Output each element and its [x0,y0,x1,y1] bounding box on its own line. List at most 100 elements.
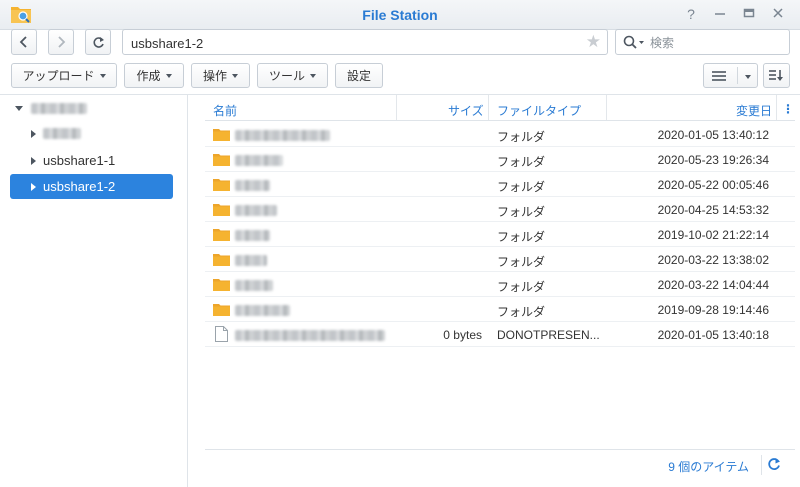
status-bar: 9 個のアイテム [205,449,795,479]
file-name-obscured [235,255,267,266]
create-button[interactable]: 作成 [124,63,184,88]
chevron-down-icon [165,74,172,78]
column-header-name[interactable]: 名前 [213,102,237,119]
refresh-button[interactable] [85,29,111,55]
folder-icon [213,204,230,216]
file-name-obscured [235,155,283,166]
favorite-star-icon[interactable]: ★ [586,33,601,51]
list-view-icon [712,70,726,81]
tree-item-usbshare1-1[interactable]: usbshare1-1 [10,148,173,173]
settings-label: 設定 [346,69,371,83]
column-divider[interactable] [396,95,397,120]
folder-icon [213,304,230,316]
file-type: DONOTPRESEN... [497,328,600,342]
collapse-arrow-icon[interactable] [31,182,36,191]
tools-button[interactable]: ツール [257,63,328,88]
tree-item-obscured[interactable] [10,121,173,146]
file-modified: 2020-03-22 14:04:44 [657,278,769,292]
maximize-icon [743,8,755,18]
tree-item-usbshare1-2[interactable]: usbshare1-2 [10,174,173,199]
search-box[interactable] [615,29,790,55]
back-button[interactable] [11,29,37,55]
file-type: フォルダ [497,205,546,219]
file-name-obscured [235,230,270,241]
refresh-icon[interactable] [767,457,781,471]
file-modified: 2020-01-05 13:40:12 [657,128,769,142]
folder-icon [213,154,230,166]
expand-arrow-icon[interactable] [15,106,23,111]
action-button[interactable]: 操作 [191,63,250,88]
chevron-right-icon [58,36,66,48]
close-icon [773,8,783,18]
tree-item-root[interactable] [10,96,173,121]
file-name-obscured [235,330,385,341]
divider [737,67,738,84]
file-modified: 2020-04-25 14:53:32 [657,203,769,217]
table-row[interactable]: 0 bytes DONOTPRESEN... 2020-01-05 13:40:18 [205,322,795,347]
create-label: 作成 [136,69,161,83]
tools-label: ツール [268,69,305,83]
tree-item-label-obscured [31,103,87,114]
chevron-down-icon [232,74,238,78]
column-header-type[interactable]: ファイルタイプ [497,102,581,119]
search-input[interactable] [650,34,780,51]
table-row[interactable]: フォルダ 2019-09-28 19:14:46 [205,297,795,322]
file-modified: 2020-01-05 13:40:18 [657,328,769,342]
tree-item-label: usbshare1-1 [43,153,116,168]
settings-button[interactable]: 設定 [335,63,383,88]
file-type: フォルダ [497,230,546,244]
file-modified: 2019-10-02 21:22:14 [657,228,769,242]
forward-button[interactable] [48,29,74,55]
search-icon[interactable] [623,35,647,50]
folder-icon [213,229,230,241]
view-mode-button[interactable] [703,63,758,88]
folder-icon [213,179,230,191]
file-type: フォルダ [497,280,546,294]
table-row[interactable]: フォルダ 2020-03-22 13:38:02 [205,247,795,272]
minimize-button[interactable] [712,6,728,22]
folder-icon [213,279,230,291]
file-name-obscured [235,305,290,316]
file-list: 名前 サイズ ファイルタイプ 変更日 ⋮ フォルダ 2020-01-05 13:4… [205,95,795,487]
table-row[interactable]: フォルダ 2020-01-05 13:40:12 [205,122,795,147]
window-title: File Station [362,7,438,23]
action-label: 操作 [202,69,227,83]
table-row[interactable]: フォルダ 2020-03-22 14:04:44 [205,272,795,297]
file-modified: 2019-09-28 19:14:46 [657,303,769,317]
column-header-size[interactable]: サイズ [448,102,484,119]
close-button[interactable] [770,6,786,22]
collapse-arrow-icon[interactable] [31,156,36,165]
upload-button[interactable]: アップロード [11,63,117,88]
table-row[interactable]: フォルダ 2020-05-22 00:05:46 [205,172,795,197]
file-modified: 2020-03-22 13:38:02 [657,253,769,267]
column-divider[interactable] [488,95,489,120]
path-field[interactable]: usbshare1-2 ★ [122,29,608,55]
chevron-down-icon [745,75,751,79]
file-name-obscured [235,180,270,191]
column-divider[interactable] [776,95,777,120]
file-size: 0 bytes [443,328,482,342]
column-options-icon[interactable]: ⋮ [782,102,794,116]
tree-item-label-obscured [43,128,81,139]
help-button[interactable]: ? [683,6,699,22]
file-type: フォルダ [497,255,546,269]
file-modified: 2020-05-23 19:26:34 [657,153,769,167]
maximize-button[interactable] [741,6,757,22]
list-header: 名前 サイズ ファイルタイプ 変更日 ⋮ [205,95,795,121]
title-bar: File Station ? [0,0,800,30]
sort-button[interactable] [763,63,790,88]
file-name-obscured [235,130,330,141]
table-row[interactable]: フォルダ 2019-10-02 21:22:14 [205,222,795,247]
file-name-obscured [235,280,273,291]
column-header-modified[interactable]: 変更日 [736,102,772,119]
file-icon [215,326,228,342]
table-row[interactable]: フォルダ 2020-05-23 19:26:34 [205,147,795,172]
refresh-icon [92,36,104,48]
column-divider[interactable] [606,95,607,120]
table-row[interactable]: フォルダ 2020-04-25 14:53:32 [205,197,795,222]
collapse-arrow-icon[interactable] [31,129,36,138]
file-name-obscured [235,205,277,216]
tree-item-label: usbshare1-2 [43,179,116,194]
chevron-down-icon [310,74,316,78]
folder-icon [213,129,230,141]
